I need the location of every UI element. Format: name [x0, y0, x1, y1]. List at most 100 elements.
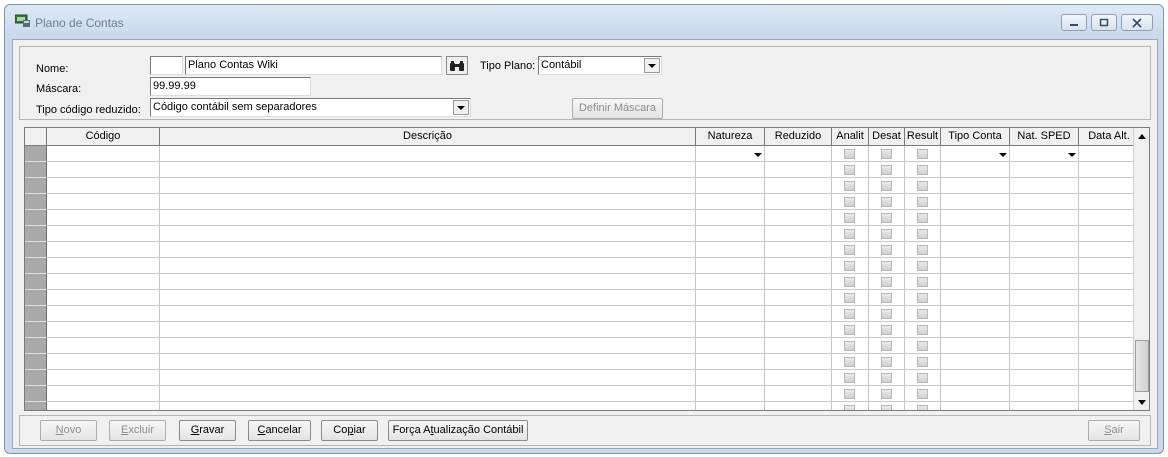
- cell-descricao[interactable]: [160, 338, 696, 354]
- checkbox[interactable]: [916, 165, 928, 175]
- cell-codigo[interactable]: [47, 322, 160, 338]
- cell-desat[interactable]: [869, 146, 905, 162]
- cell-desat[interactable]: [869, 274, 905, 290]
- cell-data-alt[interactable]: [1079, 242, 1134, 258]
- cell-codigo[interactable]: [47, 402, 160, 410]
- cell-desat[interactable]: [869, 386, 905, 402]
- forca-atualizacao-button[interactable]: Força Atualização Contábil: [388, 420, 528, 441]
- cell-desat[interactable]: [869, 290, 905, 306]
- cell-data-alt[interactable]: [1079, 338, 1134, 354]
- cell-desat[interactable]: [869, 354, 905, 370]
- checkbox[interactable]: [880, 165, 892, 175]
- cell-codigo[interactable]: [47, 210, 160, 226]
- checkbox[interactable]: [880, 373, 892, 383]
- table-row[interactable]: [25, 338, 1134, 354]
- cell-descricao[interactable]: [160, 242, 696, 258]
- cell-desat[interactable]: [869, 242, 905, 258]
- cell-codigo[interactable]: [47, 338, 160, 354]
- cell-natureza[interactable]: [696, 258, 765, 274]
- cell-data-alt[interactable]: [1079, 290, 1134, 306]
- tipo-codigo-select[interactable]: Código contábil sem separadores: [150, 98, 471, 117]
- checkbox[interactable]: [916, 357, 928, 367]
- checkbox[interactable]: [844, 245, 855, 255]
- cell-analit[interactable]: [832, 194, 869, 210]
- tipo-plano-select[interactable]: Contábil: [538, 56, 662, 75]
- table-row[interactable]: [25, 306, 1134, 322]
- table-row[interactable]: [25, 386, 1134, 402]
- checkbox[interactable]: [880, 181, 892, 191]
- checkbox[interactable]: [880, 213, 892, 223]
- checkbox[interactable]: [916, 405, 928, 410]
- row-selector[interactable]: [25, 322, 47, 338]
- cell-tipo-conta[interactable]: [941, 146, 1010, 162]
- cell-nat-sped[interactable]: [1010, 162, 1079, 178]
- cell-tipo-conta[interactable]: [941, 306, 1010, 322]
- row-selector[interactable]: [25, 242, 47, 258]
- cell-analit[interactable]: [832, 242, 869, 258]
- cell-desat[interactable]: [869, 162, 905, 178]
- gravar-button[interactable]: Gravar: [179, 420, 236, 441]
- cell-natureza[interactable]: [696, 386, 765, 402]
- cell-descricao[interactable]: [160, 146, 696, 162]
- cell-reduzido[interactable]: [765, 178, 832, 194]
- cell-natureza[interactable]: [696, 370, 765, 386]
- scroll-down-button[interactable]: [1135, 394, 1149, 410]
- cell-natureza[interactable]: [696, 402, 765, 410]
- chevron-down-icon[interactable]: [754, 153, 762, 157]
- table-row[interactable]: [25, 194, 1134, 210]
- cell-tipo-conta[interactable]: [941, 290, 1010, 306]
- cell-natureza[interactable]: [696, 290, 765, 306]
- checkbox[interactable]: [844, 293, 855, 303]
- checkbox[interactable]: [844, 325, 855, 335]
- cell-analit[interactable]: [832, 290, 869, 306]
- cell-desat[interactable]: [869, 322, 905, 338]
- cell-natureza[interactable]: [696, 322, 765, 338]
- cell-descricao[interactable]: [160, 274, 696, 290]
- cell-codigo[interactable]: [47, 306, 160, 322]
- checkbox[interactable]: [916, 261, 928, 271]
- cell-data-alt[interactable]: [1079, 274, 1134, 290]
- cell-result[interactable]: [905, 354, 941, 370]
- cell-codigo[interactable]: [47, 290, 160, 306]
- mascara-field[interactable]: 99.99.99: [150, 77, 311, 96]
- cell-desat[interactable]: [869, 306, 905, 322]
- cell-nat-sped[interactable]: [1010, 290, 1079, 306]
- cell-analit[interactable]: [832, 306, 869, 322]
- column-header-data-alt[interactable]: Data Alt.: [1079, 128, 1134, 146]
- cell-data-alt[interactable]: [1079, 386, 1134, 402]
- cell-analit[interactable]: [832, 258, 869, 274]
- cell-natureza[interactable]: [696, 194, 765, 210]
- cell-codigo[interactable]: [47, 386, 160, 402]
- cell-nat-sped[interactable]: [1010, 402, 1079, 410]
- row-selector[interactable]: [25, 402, 47, 410]
- cell-reduzido[interactable]: [765, 322, 832, 338]
- checkbox[interactable]: [844, 309, 855, 319]
- cell-natureza[interactable]: [696, 226, 765, 242]
- cell-reduzido[interactable]: [765, 290, 832, 306]
- cell-natureza[interactable]: [696, 306, 765, 322]
- checkbox[interactable]: [844, 149, 855, 159]
- cell-desat[interactable]: [869, 194, 905, 210]
- cell-result[interactable]: [905, 338, 941, 354]
- checkbox[interactable]: [844, 165, 855, 175]
- row-selector[interactable]: [25, 386, 47, 402]
- cell-codigo[interactable]: [47, 274, 160, 290]
- cell-codigo[interactable]: [47, 178, 160, 194]
- cell-natureza[interactable]: [696, 274, 765, 290]
- cell-codigo[interactable]: [47, 162, 160, 178]
- cell-desat[interactable]: [869, 226, 905, 242]
- cell-analit[interactable]: [832, 322, 869, 338]
- cell-result[interactable]: [905, 258, 941, 274]
- table-row[interactable]: [25, 242, 1134, 258]
- cell-nat-sped[interactable]: [1010, 194, 1079, 210]
- column-header-desat[interactable]: Desat: [869, 128, 905, 146]
- cell-descricao[interactable]: [160, 258, 696, 274]
- cell-codigo[interactable]: [47, 194, 160, 210]
- table-row[interactable]: [25, 226, 1134, 242]
- checkbox[interactable]: [844, 229, 855, 239]
- cell-result[interactable]: [905, 226, 941, 242]
- cell-reduzido[interactable]: [765, 146, 832, 162]
- column-header-analit[interactable]: Analit: [832, 128, 869, 146]
- table-row[interactable]: [25, 178, 1134, 194]
- cell-tipo-conta[interactable]: [941, 258, 1010, 274]
